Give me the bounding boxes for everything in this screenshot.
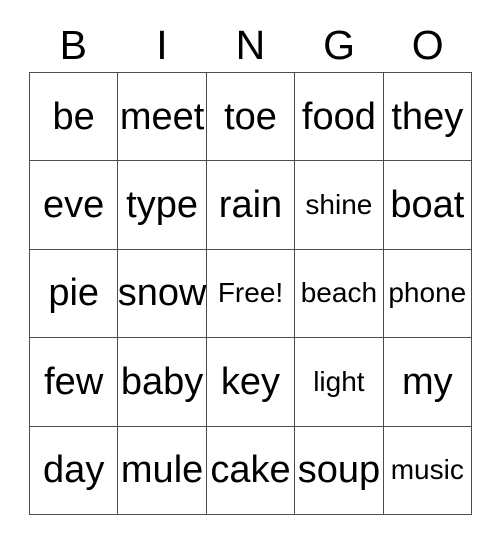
bingo-header-letter-o: O <box>411 21 444 68</box>
bingo-header-letter-g: G <box>323 21 356 68</box>
bingo-cell-label: snow <box>118 272 207 315</box>
bingo-cell[interactable]: music <box>383 426 472 515</box>
bingo-cell[interactable]: phone <box>383 249 472 339</box>
bingo-cell[interactable]: boat <box>383 161 472 250</box>
bingo-cell-label: key <box>220 360 281 403</box>
bingo-cell-label: baby <box>120 360 204 403</box>
bingo-cell-label: phone <box>388 277 467 309</box>
bingo-cell-label: shine <box>305 189 373 221</box>
bingo-header-letter-n: N <box>235 21 266 68</box>
bingo-header-row: B I N G O <box>29 18 472 72</box>
bingo-cell[interactable]: be <box>30 73 119 162</box>
bingo-grid: be meet toe food they eve type rain shin… <box>29 72 472 515</box>
bingo-cell-label: boat <box>390 184 465 227</box>
bingo-cell[interactable]: mule <box>118 426 207 515</box>
bingo-cell[interactable]: eve <box>30 161 119 250</box>
bingo-cell-label: toe <box>224 95 277 138</box>
bingo-cell[interactable]: type <box>118 161 207 250</box>
bingo-cell-free-space[interactable]: Free! <box>206 249 296 339</box>
bingo-header-letter-i: I <box>156 21 168 68</box>
bingo-cell[interactable]: shine <box>295 161 384 250</box>
bingo-cell-label: beach <box>300 277 378 309</box>
bingo-cell-label: day <box>43 449 105 492</box>
bingo-cell-label: eve <box>43 184 105 227</box>
bingo-cell[interactable]: few <box>30 338 119 427</box>
bingo-cell[interactable]: soup <box>295 426 384 515</box>
bingo-cell-label: soup <box>297 449 381 492</box>
bingo-cell[interactable]: my <box>383 338 472 427</box>
bingo-cell[interactable]: day <box>30 426 119 515</box>
bingo-cell-label: pie <box>48 272 100 315</box>
bingo-cell-label: mule <box>120 449 204 492</box>
bingo-card: B I N G O be meet toe food they eve type… <box>0 0 500 544</box>
bingo-cell[interactable]: they <box>383 73 472 162</box>
bingo-cell[interactable]: meet <box>118 73 207 162</box>
bingo-cell[interactable]: cake <box>206 426 296 515</box>
bingo-cell-label: few <box>44 360 104 403</box>
bingo-cell[interactable]: food <box>295 73 384 162</box>
bingo-cell-label: cake <box>210 449 291 492</box>
bingo-cell[interactable]: key <box>206 338 296 427</box>
bingo-cell-label: rain <box>218 184 283 227</box>
bingo-cell-label: meet <box>119 95 205 138</box>
bingo-cell[interactable]: beach <box>295 249 384 339</box>
bingo-cell[interactable]: rain <box>206 161 296 250</box>
bingo-cell[interactable]: baby <box>118 338 207 427</box>
bingo-cell-label: they <box>391 95 464 138</box>
bingo-cell[interactable]: pie <box>30 249 119 339</box>
bingo-cell[interactable]: light <box>295 338 384 427</box>
bingo-cell-label: music <box>390 454 464 486</box>
bingo-cell[interactable]: toe <box>206 73 296 162</box>
bingo-free-space-label: Free! <box>217 277 284 309</box>
bingo-cell-label: light <box>313 365 365 397</box>
bingo-header-letter-b: B <box>59 21 87 68</box>
bingo-cell-label: food <box>301 95 376 138</box>
bingo-cell-label: my <box>401 360 453 403</box>
bingo-cell-label: be <box>52 95 95 138</box>
bingo-cell[interactable]: snow <box>118 249 207 339</box>
bingo-cell-label: type <box>126 184 198 227</box>
